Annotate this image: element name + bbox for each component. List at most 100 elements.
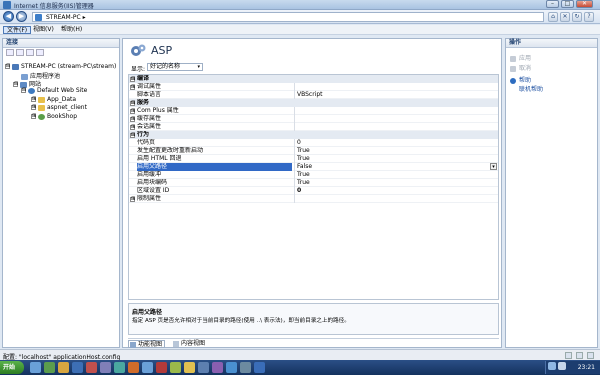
server-icon	[12, 63, 19, 70]
grid-row-category[interactable]: ⊟ 编译	[129, 75, 498, 83]
taskbar-app-icon[interactable]	[240, 362, 251, 373]
stop-icon[interactable]: ✕	[560, 12, 570, 22]
taskbar-clock[interactable]: 23:21	[578, 364, 595, 371]
collapse-icon[interactable]: ⊟	[21, 88, 26, 93]
minimize-button[interactable]: –	[546, 0, 559, 8]
grid-row-property[interactable]: 脚本语言 VBScript	[129, 91, 498, 99]
tree-item-bookshop[interactable]: ⊞ BookShop	[31, 113, 77, 120]
collapse-icon[interactable]: ⊟	[13, 82, 18, 87]
expand-icon[interactable]: ⊞	[31, 105, 36, 110]
expand-icon[interactable]: ⊞	[31, 114, 36, 119]
action-cancel[interactable]: 取消	[510, 63, 531, 72]
collapse-icon[interactable]: ⊟	[130, 77, 135, 82]
action-apply[interactable]: 应用	[510, 53, 531, 62]
grid-row-category[interactable]: ⊟ 行为	[129, 131, 498, 139]
help-icon	[510, 77, 516, 84]
up-icon[interactable]	[26, 49, 34, 56]
grid-row-property[interactable]: ⊞ 调试属性	[129, 83, 498, 91]
collapse-icon[interactable]: ⊟	[130, 101, 135, 106]
description-panel: 启用父路径 指定 ASP 页是否允许相对于当前目录的路径(使用 ..\ 表示法)…	[128, 303, 499, 335]
grid-row-property[interactable]: ⊞ Com Plus 属性	[129, 107, 498, 115]
system-tray: 23:21	[545, 361, 600, 374]
connect-icon[interactable]	[6, 49, 14, 56]
grid-row-property[interactable]: 代码页 0	[129, 139, 498, 147]
grid-row-property[interactable]: 启用缓冲 True	[129, 171, 498, 179]
expand-icon[interactable]: ⊞	[130, 117, 135, 122]
taskbar-app-icon[interactable]	[72, 362, 83, 373]
delete-icon[interactable]	[36, 49, 44, 56]
taskbar-app-icon[interactable]	[44, 362, 55, 373]
taskbar-app-icon[interactable]	[142, 362, 153, 373]
tree-item-default-web-site[interactable]: ⊟ Default Web Site	[21, 87, 87, 94]
back-button[interactable]: ◀	[3, 11, 14, 22]
status-config-icon	[565, 352, 572, 359]
taskbar-app-icon[interactable]	[114, 362, 125, 373]
folder-icon	[38, 96, 45, 103]
connections-header: 连接	[3, 39, 119, 48]
action-help[interactable]: 帮助	[510, 75, 531, 84]
taskbar-app-icon[interactable]	[226, 362, 237, 373]
taskbar-app-icon[interactable]	[254, 362, 265, 373]
taskbar-app-icon[interactable]	[100, 362, 111, 373]
taskbar-app-icon[interactable]	[184, 362, 195, 373]
display-select[interactable]: 好记的名称 ▾	[147, 63, 203, 71]
chevron-down-icon: ▾	[197, 64, 200, 70]
site-icon	[28, 87, 35, 94]
display-label: 显示:	[131, 66, 146, 73]
tray-icon[interactable]	[558, 362, 566, 370]
collapse-icon[interactable]: ⊟	[130, 133, 135, 138]
address-field[interactable]: STREAM-PC ▸	[32, 12, 544, 22]
menu-view[interactable]: 视图(V)	[30, 26, 57, 34]
server-icon	[35, 14, 42, 21]
grid-row-property[interactable]: ⊞ 会话属性	[129, 123, 498, 131]
taskbar-app-icon[interactable]	[198, 362, 209, 373]
grid-row-category[interactable]: ⊟ 服务	[129, 99, 498, 107]
taskbar-app-icon[interactable]	[58, 362, 69, 373]
expand-icon[interactable]: ⊞	[130, 109, 135, 114]
expand-icon[interactable]: ⊞	[130, 85, 135, 90]
status-resize-grip-icon[interactable]	[587, 352, 594, 359]
menu-bar: 文件(F) 视图(V) 帮助(H)	[0, 25, 600, 35]
tray-icon[interactable]	[548, 362, 556, 370]
taskbar-app-icon[interactable]	[86, 362, 97, 373]
maximize-button[interactable]: □	[561, 0, 574, 8]
status-network-icon	[576, 352, 583, 359]
tab-features-view[interactable]: 功能视图	[128, 340, 166, 348]
save-icon[interactable]	[16, 49, 24, 56]
expand-icon[interactable]: ⊞	[130, 125, 135, 130]
asp-gears-icon	[131, 44, 146, 56]
description-title: 启用父路径	[132, 309, 163, 316]
tree-item-aspnet-client[interactable]: ⊞ aspnet_client	[31, 104, 87, 111]
taskbar-app-icon[interactable]	[170, 362, 181, 373]
taskbar-app-icon[interactable]	[156, 362, 167, 373]
forward-button[interactable]: ▶	[16, 11, 27, 22]
expand-icon[interactable]: ⊞	[130, 197, 135, 202]
grid-row-property[interactable]: 发生配置更改时重新启动 True	[129, 147, 498, 155]
collapse-icon[interactable]: ⊟	[5, 64, 10, 69]
help-icon[interactable]: ?	[584, 12, 594, 22]
action-online-help[interactable]: 联机帮助	[519, 84, 543, 93]
grid-row-property[interactable]: 启用 HTML 回退 True	[129, 155, 498, 163]
taskbar-app-icon[interactable]	[212, 362, 223, 373]
taskbar-app-icon[interactable]	[128, 362, 139, 373]
tree-item-app-data[interactable]: ⊞ App_Data	[31, 96, 76, 103]
taskbar-app-icon[interactable]	[30, 362, 41, 373]
tree-item-server[interactable]: ⊟ STREAM-PC (stream-PC\stream)	[5, 63, 116, 70]
chevron-down-icon[interactable]: ▾	[490, 163, 497, 170]
expand-icon[interactable]: ⊞	[31, 97, 36, 102]
menu-file[interactable]: 文件(F)	[3, 26, 32, 34]
home-icon[interactable]: ⌂	[548, 12, 558, 22]
refresh-icon[interactable]: ↻	[572, 12, 582, 22]
taskbar: 开始 23:21	[0, 360, 600, 375]
tab-content-view[interactable]: 内容视图	[172, 340, 207, 348]
window-title: Internet 信息服务(IIS)管理器	[14, 3, 94, 10]
menu-help[interactable]: 帮助(H)	[58, 26, 85, 34]
grid-row-property[interactable]: 区域设置 ID 0	[129, 187, 498, 195]
close-button[interactable]: ✕	[576, 0, 593, 8]
grid-row-selected[interactable]: 启用父路径 False ▾	[129, 163, 498, 171]
grid-row-property[interactable]: ⊞ 限制属性	[129, 195, 498, 203]
app-icon	[38, 113, 45, 120]
grid-row-property[interactable]: ⊞ 缓存属性	[129, 115, 498, 123]
grid-row-property[interactable]: 启用块编码 True	[129, 179, 498, 187]
start-button[interactable]: 开始	[0, 361, 24, 374]
